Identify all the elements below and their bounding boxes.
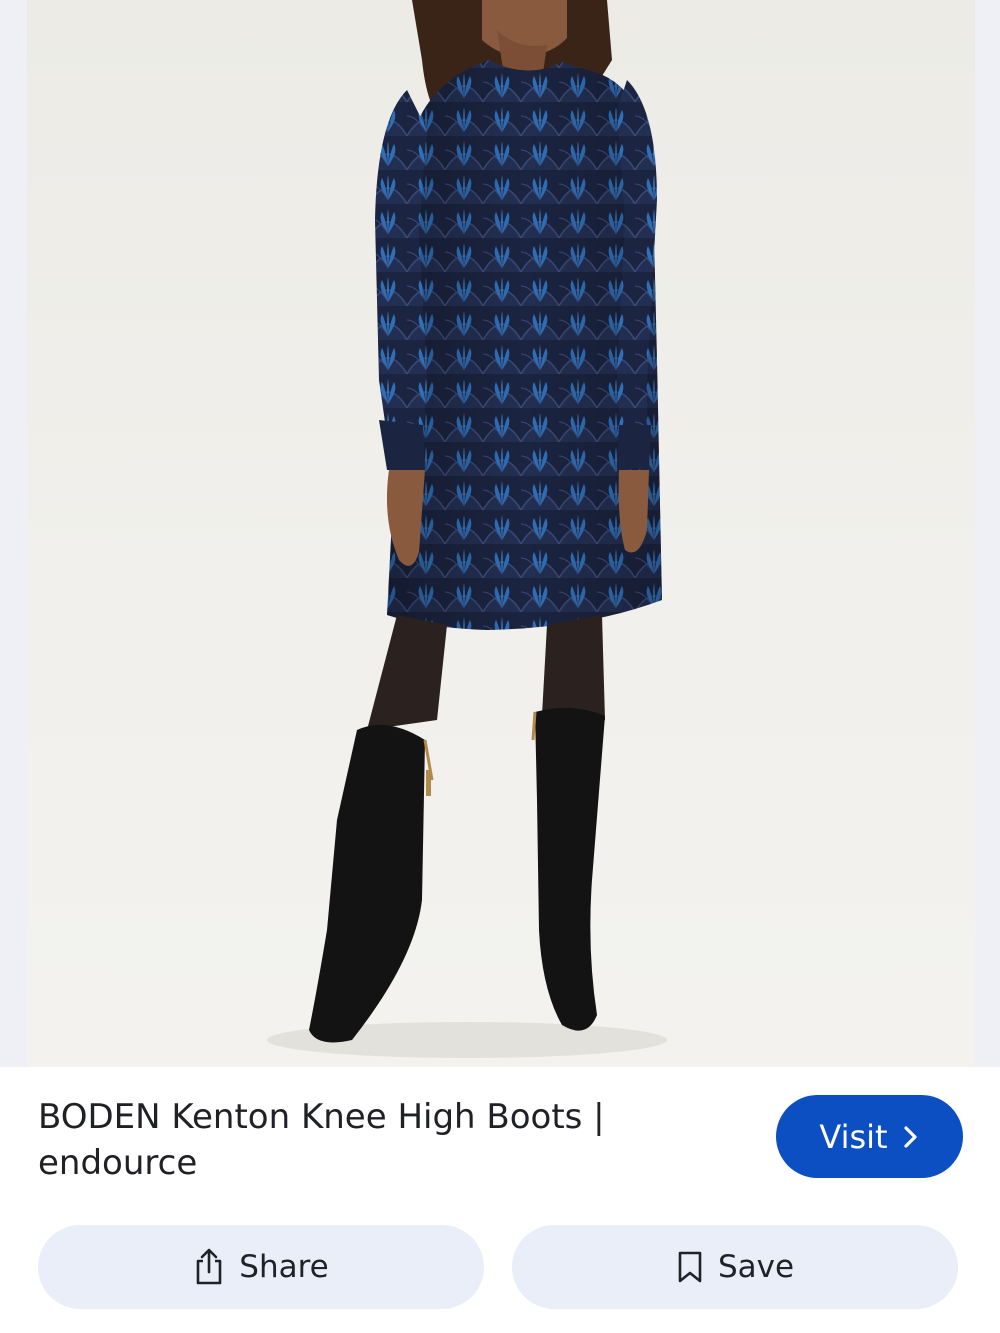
result-title[interactable]: BODEN Kenton Knee High Boots | endource — [38, 1094, 738, 1186]
image-viewer — [0, 0, 1000, 1067]
visit-button-label: Visit — [819, 1117, 888, 1156]
bookmark-icon — [678, 1251, 702, 1283]
visit-button[interactable]: Visit — [776, 1095, 963, 1178]
result-title-line-1: BODEN Kenton Knee High Boots | — [38, 1097, 605, 1137]
share-icon — [196, 1248, 222, 1285]
chevron-right-icon — [903, 1125, 917, 1148]
save-button[interactable]: Save — [512, 1225, 958, 1309]
model-photo — [267, 0, 667, 1058]
save-button-label: Save — [717, 1249, 795, 1285]
result-source: endource — [38, 1143, 198, 1183]
share-button[interactable]: Share — [38, 1225, 484, 1309]
product-image[interactable] — [27, 0, 975, 1067]
share-button-label: Share — [239, 1249, 329, 1285]
image-result-page: BODEN Kenton Knee High Boots | endource … — [0, 0, 1000, 1333]
